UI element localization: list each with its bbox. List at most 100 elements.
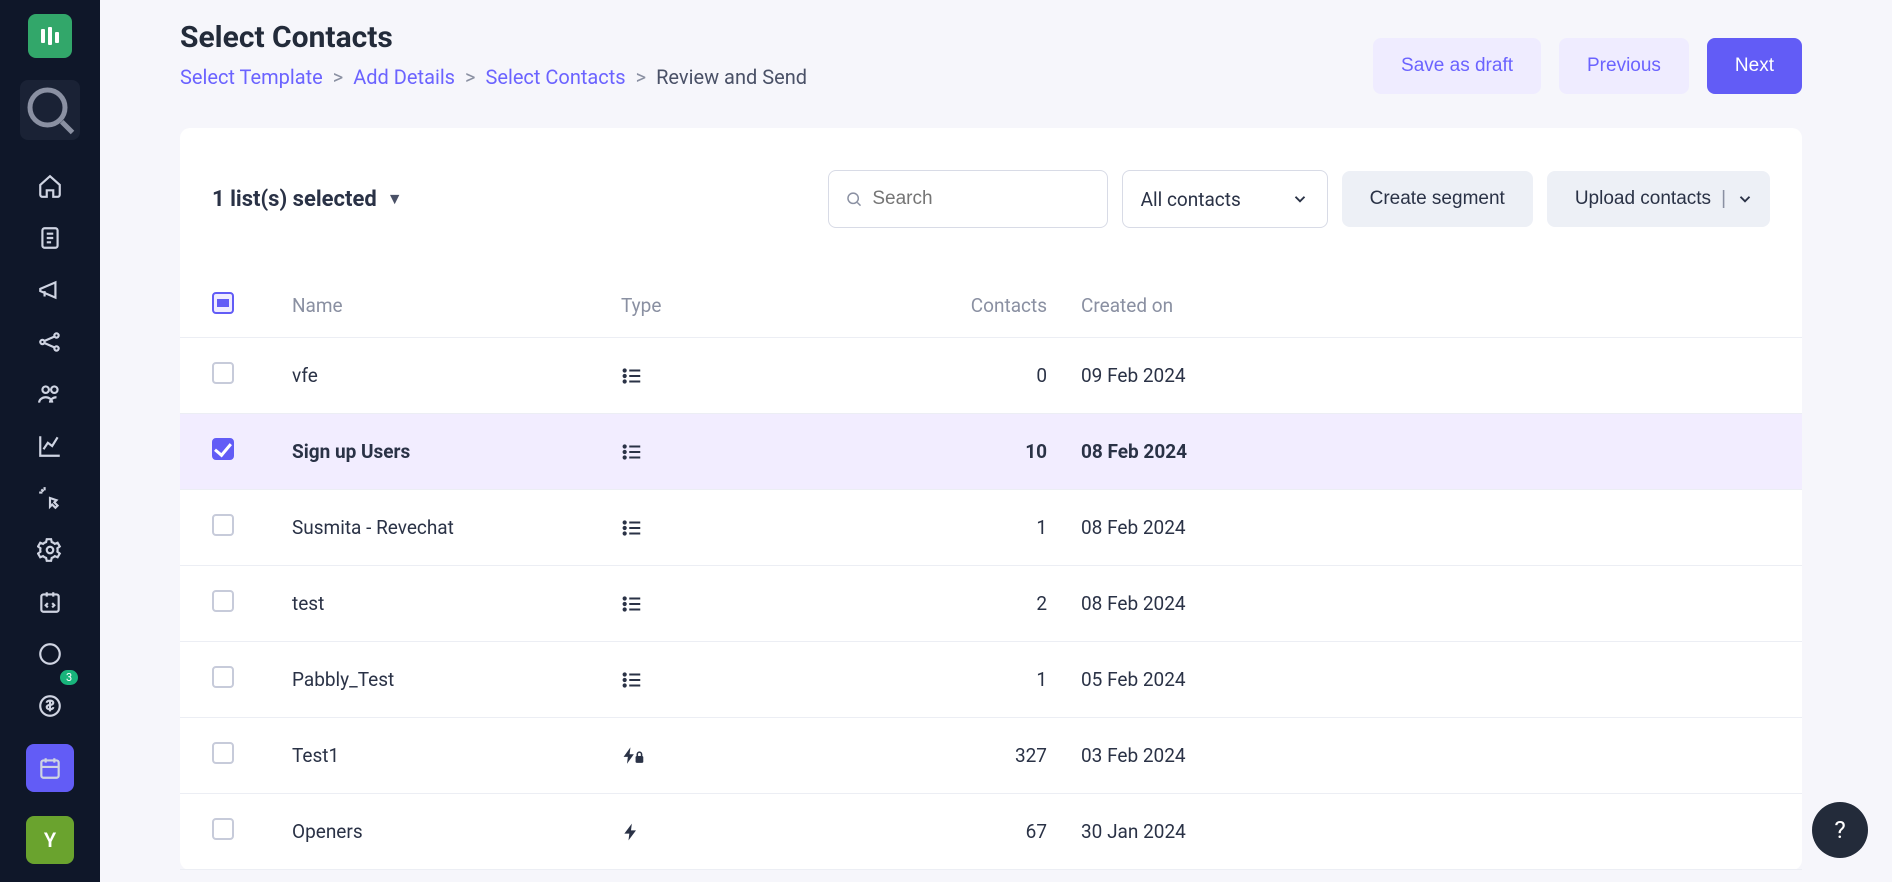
row-type-icon — [621, 441, 801, 463]
row-contacts: 67 — [801, 820, 1081, 843]
upload-contacts-label: Upload contacts — [1575, 188, 1711, 210]
row-created-on: 03 Feb 2024 — [1081, 744, 1441, 767]
row-checkbox[interactable] — [212, 666, 234, 688]
filter-value: All contacts — [1141, 188, 1241, 211]
col-contacts: Contacts — [801, 294, 1081, 317]
help-icon: ? — [1834, 816, 1845, 844]
row-name: Sign up Users — [292, 440, 621, 463]
header: Select Contacts Select Template > Add De… — [180, 20, 1802, 94]
table-row[interactable]: test 208 Feb 2024 — [180, 566, 1802, 642]
chevron-down-icon — [1736, 190, 1754, 208]
search-input-wrap[interactable] — [828, 170, 1108, 228]
select-all-checkbox[interactable] — [212, 292, 234, 314]
row-type-icon — [621, 517, 801, 539]
row-checkbox[interactable] — [212, 818, 234, 840]
contacts-table: Name Type Contacts Created on vfe 009 Feb… — [180, 274, 1802, 870]
row-contacts: 0 — [801, 364, 1081, 387]
col-name: Name — [292, 294, 621, 317]
search-icon — [845, 189, 863, 209]
crumb-select-contacts[interactable]: Select Contacts — [485, 65, 625, 89]
row-checkbox[interactable] — [212, 362, 234, 384]
row-created-on: 08 Feb 2024 — [1081, 440, 1441, 463]
next-button[interactable]: Next — [1707, 38, 1802, 94]
analytics-icon[interactable] — [36, 432, 64, 460]
row-contacts: 327 — [801, 744, 1081, 767]
table-row[interactable]: Sign up Users 1008 Feb 2024 — [180, 414, 1802, 490]
row-created-on: 30 Jan 2024 — [1081, 820, 1441, 843]
toolbar: 1 list(s) selected ▼ All contacts Create… — [180, 170, 1802, 228]
row-checkbox[interactable] — [212, 742, 234, 764]
row-name: test — [292, 592, 621, 615]
row-checkbox[interactable] — [212, 438, 234, 460]
selected-count-label: 1 list(s) selected — [212, 187, 377, 212]
crumb-select-template[interactable]: Select Template — [180, 65, 323, 89]
crumb-review-send: Review and Send — [656, 65, 807, 89]
chevron-right-icon: > — [333, 65, 343, 89]
row-checkbox[interactable] — [212, 590, 234, 612]
row-name: Openers — [292, 820, 621, 843]
chevron-down-icon — [1291, 190, 1309, 208]
table-row[interactable]: Susmita - Revechat 108 Feb 2024 — [180, 490, 1802, 566]
row-name: Test1 — [292, 744, 621, 767]
click-icon[interactable] — [36, 484, 64, 512]
row-created-on: 08 Feb 2024 — [1081, 592, 1441, 615]
filter-select[interactable]: All contacts — [1122, 170, 1328, 228]
save-draft-button[interactable]: Save as draft — [1373, 38, 1541, 94]
row-contacts: 1 — [801, 668, 1081, 691]
col-created-on: Created on — [1081, 294, 1441, 317]
user-initial: Y — [44, 828, 56, 852]
upload-contacts-button[interactable]: Upload contacts | — [1547, 171, 1770, 227]
header-actions: Save as draft Previous Next — [1373, 38, 1802, 94]
table-row[interactable]: Test1 32703 Feb 2024 — [180, 718, 1802, 794]
col-type: Type — [621, 294, 801, 317]
row-contacts: 10 — [801, 440, 1081, 463]
row-created-on: 08 Feb 2024 — [1081, 516, 1441, 539]
row-name: vfe — [292, 364, 621, 387]
notification-badge: 3 — [60, 670, 78, 685]
help-fab[interactable]: ? — [1812, 802, 1868, 858]
sidebar: Y 3 — [0, 0, 100, 882]
caret-down-icon: ▼ — [387, 189, 403, 209]
calendar-icon[interactable] — [26, 744, 74, 792]
user-avatar[interactable]: Y — [26, 816, 74, 864]
gear-icon[interactable] — [36, 536, 64, 564]
code-icon[interactable] — [36, 588, 64, 616]
billing-icon[interactable] — [36, 692, 64, 720]
row-checkbox[interactable] — [212, 514, 234, 536]
create-segment-button[interactable]: Create segment — [1342, 171, 1533, 227]
document-icon[interactable] — [36, 224, 64, 252]
search-input[interactable] — [872, 188, 1090, 210]
row-type-icon — [621, 745, 801, 767]
contacts-card: 1 list(s) selected ▼ All contacts Create… — [180, 128, 1802, 870]
row-created-on: 09 Feb 2024 — [1081, 364, 1441, 387]
app-logo[interactable] — [28, 14, 72, 58]
row-type-icon — [621, 822, 801, 842]
page-title: Select Contacts — [180, 20, 807, 55]
row-created-on: 05 Feb 2024 — [1081, 668, 1441, 691]
row-type-icon — [621, 365, 801, 387]
table-row[interactable]: Pabbly_Test 105 Feb 2024 — [180, 642, 1802, 718]
previous-button[interactable]: Previous — [1559, 38, 1689, 94]
notification-icon[interactable] — [36, 640, 64, 668]
nav-list: Y — [26, 172, 74, 864]
table-row[interactable]: Openers 6730 Jan 2024 — [180, 794, 1802, 870]
row-name: Susmita - Revechat — [292, 516, 621, 539]
main: Select Contacts Select Template > Add De… — [100, 0, 1892, 882]
row-type-icon — [621, 593, 801, 615]
breadcrumb: Select Template > Add Details > Select C… — [180, 65, 807, 89]
selected-count-dropdown[interactable]: 1 list(s) selected ▼ — [212, 187, 403, 212]
crumb-add-details[interactable]: Add Details — [353, 65, 455, 89]
row-contacts: 1 — [801, 516, 1081, 539]
chevron-right-icon: > — [636, 65, 646, 89]
home-icon[interactable] — [36, 172, 64, 200]
chevron-right-icon: > — [465, 65, 475, 89]
table-header: Name Type Contacts Created on — [180, 274, 1802, 338]
row-name: Pabbly_Test — [292, 668, 621, 691]
table-row[interactable]: vfe 009 Feb 2024 — [180, 338, 1802, 414]
users-icon[interactable] — [36, 380, 64, 408]
row-type-icon — [621, 669, 801, 691]
megaphone-icon[interactable] — [36, 276, 64, 304]
sidebar-search[interactable] — [20, 80, 80, 140]
row-contacts: 2 — [801, 592, 1081, 615]
share-icon[interactable] — [36, 328, 64, 356]
